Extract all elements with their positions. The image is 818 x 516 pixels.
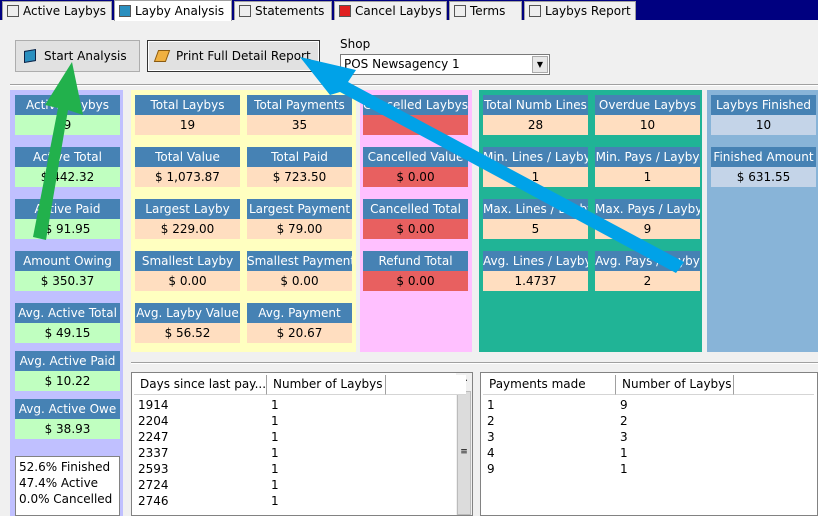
- blue-arrow: [300, 57, 684, 273]
- annotation-arrows: [33, 57, 684, 273]
- green-arrow: [33, 62, 83, 240]
